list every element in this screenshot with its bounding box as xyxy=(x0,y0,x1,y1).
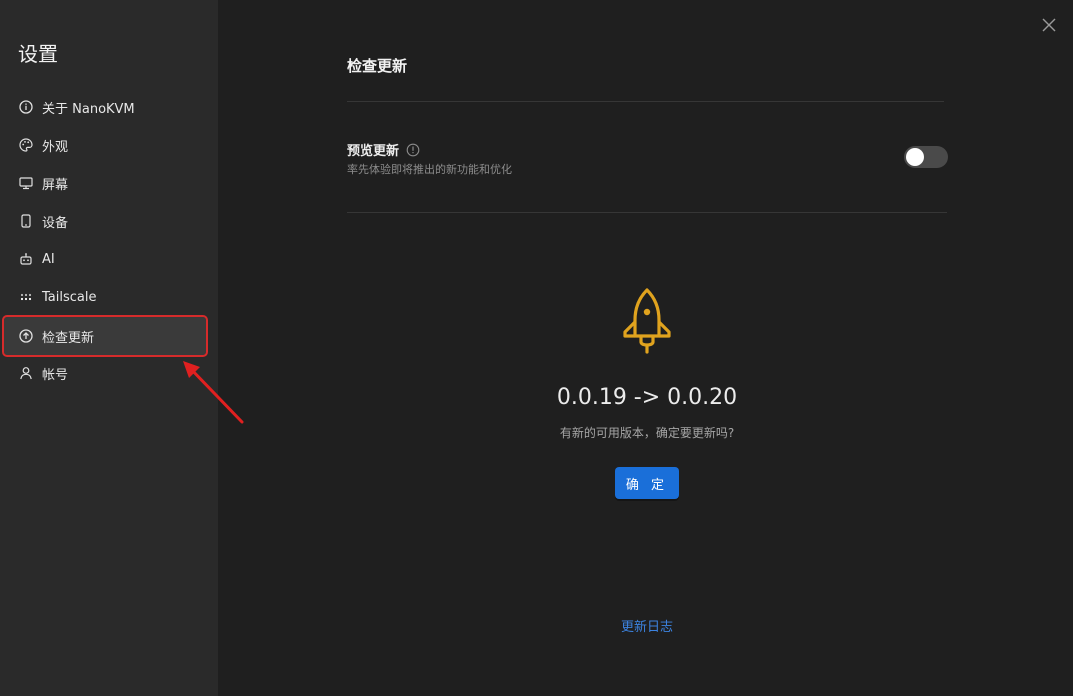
sidebar-item-device[interactable]: 设备 xyxy=(4,202,206,240)
page-title: 检查更新 xyxy=(347,57,408,75)
user-icon xyxy=(18,365,34,381)
sidebar-item-screen[interactable]: 屏幕 xyxy=(4,164,206,202)
info-icon[interactable] xyxy=(406,143,420,157)
info-circle-icon xyxy=(18,99,34,115)
tailscale-dots-icon xyxy=(18,289,34,305)
sidebar-item-label: AI xyxy=(42,251,55,267)
preview-update-description: 率先体验即将推出的新功能和优化 xyxy=(347,163,512,176)
annotation-arrow-icon xyxy=(183,361,244,424)
version-text: 0.0.19 -> 0.0.20 xyxy=(556,385,738,410)
sidebar-item-about[interactable]: 关于 NanoKVM xyxy=(4,88,206,126)
sidebar: 设置 关于 NanoKVM 外观 屏幕 设备 AI Tailscale 检查更新… xyxy=(0,0,218,696)
monitor-icon xyxy=(18,175,34,191)
settings-dialog: 设置 关于 NanoKVM 外观 屏幕 设备 AI Tailscale 检查更新… xyxy=(0,0,1073,696)
robot-icon xyxy=(18,251,34,267)
sidebar-item-check-update[interactable]: 检查更新 xyxy=(2,315,208,357)
sidebar-item-label: 关于 NanoKVM xyxy=(42,101,135,117)
sidebar-item-appearance[interactable]: 外观 xyxy=(4,126,206,164)
sidebar-item-account[interactable]: 帐号 xyxy=(4,354,206,392)
sidebar-item-label: 设备 xyxy=(42,215,69,231)
preview-update-title: 预览更新 xyxy=(347,140,420,159)
palette-icon xyxy=(18,137,34,153)
divider xyxy=(347,212,947,213)
close-button[interactable] xyxy=(1039,15,1059,35)
sidebar-item-label: Tailscale xyxy=(42,289,97,305)
sidebar-title: 设置 xyxy=(18,42,58,66)
arrow-up-circle-icon xyxy=(18,328,34,344)
divider xyxy=(347,101,944,102)
rocket-icon xyxy=(623,288,671,354)
sidebar-item-label: 屏幕 xyxy=(42,177,69,193)
preview-update-toggle[interactable] xyxy=(904,146,948,168)
sidebar-item-label: 检查更新 xyxy=(42,330,95,346)
confirm-button[interactable]: 确 定 xyxy=(615,467,679,499)
sidebar-item-label: 帐号 xyxy=(42,367,69,383)
phone-icon xyxy=(18,213,34,229)
sidebar-item-ai[interactable]: AI xyxy=(4,240,206,278)
close-icon xyxy=(1042,18,1056,32)
preview-update-label: 预览更新 xyxy=(347,144,400,159)
update-prompt: 有新的可用版本，确定要更新吗? xyxy=(559,426,735,440)
sidebar-item-label: 外观 xyxy=(42,139,69,155)
toggle-knob xyxy=(906,148,924,166)
changelog-link[interactable]: 更新日志 xyxy=(347,616,947,635)
sidebar-item-tailscale[interactable]: Tailscale xyxy=(4,278,206,316)
